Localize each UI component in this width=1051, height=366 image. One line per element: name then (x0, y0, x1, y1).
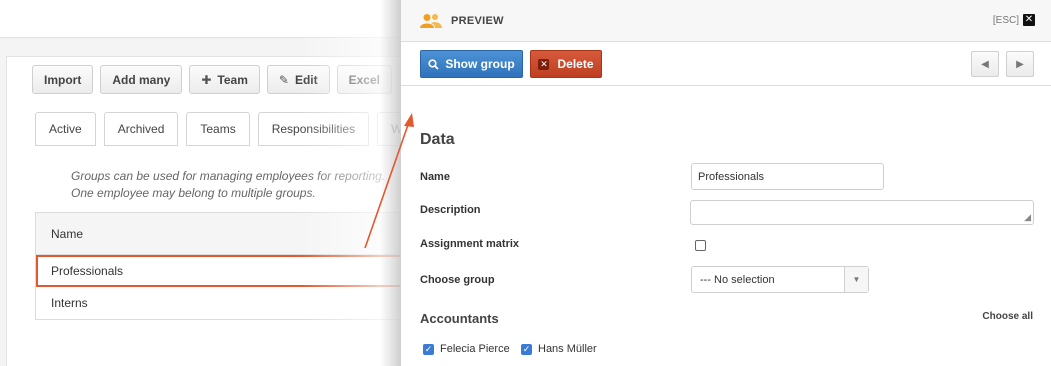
choose-group-label: Choose group (420, 274, 495, 286)
choose-all-link[interactable]: Choose all (982, 311, 1033, 322)
checkbox-checked-icon[interactable]: ✓ (521, 343, 532, 355)
description-label: Description (420, 204, 481, 216)
excel-label: Excel (348, 72, 380, 87)
section-data-title: Data (420, 131, 455, 148)
tab-archived[interactable]: Archived (103, 112, 179, 146)
pencil-icon: ✎ (278, 72, 289, 87)
show-group-button[interactable]: Show group (420, 50, 523, 78)
employee-name: Felecia Pierce (440, 343, 510, 355)
chevron-down-icon[interactable]: ▼ (844, 267, 868, 292)
add-many-label: Add many (112, 72, 171, 87)
name-label: Name (420, 171, 450, 183)
caret-right-icon: ▶ (1016, 58, 1024, 70)
info-line-2: One employee may belong to multiple grou… (71, 186, 316, 200)
import-label: Import (44, 72, 82, 87)
assignment-matrix-label: Assignment matrix (420, 238, 520, 250)
employee-item-hans-muller[interactable]: ✓ Hans Müller (521, 343, 597, 355)
tab-active[interactable]: Active (35, 112, 96, 146)
table-row-interns[interactable]: Interns (36, 287, 434, 319)
groups-toolbar: Import Add many ✚ Team ✎ Edit Excel (32, 65, 392, 94)
preview-header: PREVIEW [ESC] ✕ (401, 0, 1051, 42)
esc-hint: [ESC] (992, 14, 1019, 26)
caret-left-icon: ◀ (981, 58, 989, 70)
name-field[interactable]: Professionals (691, 163, 884, 190)
preview-actions: Show group ✕ Delete ◀ ▶ (401, 42, 1051, 86)
employee-name: Hans Müller (538, 343, 597, 355)
checkbox-checked-icon[interactable]: ✓ (423, 343, 434, 355)
show-group-label: Show group (445, 57, 515, 71)
previous-button[interactable]: ◀ (971, 51, 999, 77)
groups-table: Name Professionals Interns (35, 212, 435, 320)
table-header-name[interactable]: Name (36, 213, 434, 255)
choose-group-select[interactable]: --- No selection ▼ (691, 266, 869, 293)
delete-button[interactable]: ✕ Delete (530, 50, 602, 78)
groups-info-text: Groups can be used for managing employee… (71, 168, 385, 202)
edit-label: Edit (294, 72, 318, 87)
employee-item-felecia-pierce[interactable]: ✓ Felecia Pierce (423, 343, 510, 355)
info-line-1: Groups can be used for managing employee… (71, 169, 386, 183)
add-many-button[interactable]: Add many (100, 65, 183, 94)
next-button[interactable]: ▶ (1006, 51, 1034, 77)
accountants-title: Accountants (420, 311, 499, 326)
assignment-matrix-checkbox[interactable] (695, 240, 706, 251)
plus-icon: ✚ (201, 72, 212, 87)
table-row-professionals[interactable]: Professionals (36, 255, 434, 287)
import-button[interactable]: Import (32, 65, 94, 94)
edit-button[interactable]: ✎ Edit (266, 65, 330, 94)
delete-label: Delete (557, 57, 594, 71)
tab-teams[interactable]: Teams (186, 112, 250, 146)
resize-grip-icon[interactable]: ◢ (1024, 212, 1031, 223)
close-preview[interactable]: [ESC] ✕ (993, 14, 1035, 26)
delete-icon: ✕ (538, 58, 550, 70)
tab-responsibilities[interactable]: Responsibilities (257, 112, 370, 146)
description-field[interactable]: ◢ (690, 200, 1034, 225)
overlay-shadow (380, 0, 400, 366)
name-field-value: Professionals (698, 170, 765, 183)
group-icon (420, 13, 442, 28)
preview-title: PREVIEW (451, 14, 504, 27)
team-label: Team (217, 72, 248, 87)
preview-panel: PREVIEW [ESC] ✕ Show group ✕ Delete ◀ ▶ … (400, 0, 1051, 366)
groups-tabs: Active Archived Teams Responsibilities W… (35, 112, 423, 146)
search-icon (428, 58, 439, 70)
choose-group-value: --- No selection (700, 273, 775, 286)
add-team-button[interactable]: ✚ Team (189, 65, 260, 94)
close-icon[interactable]: ✕ (1023, 14, 1035, 26)
